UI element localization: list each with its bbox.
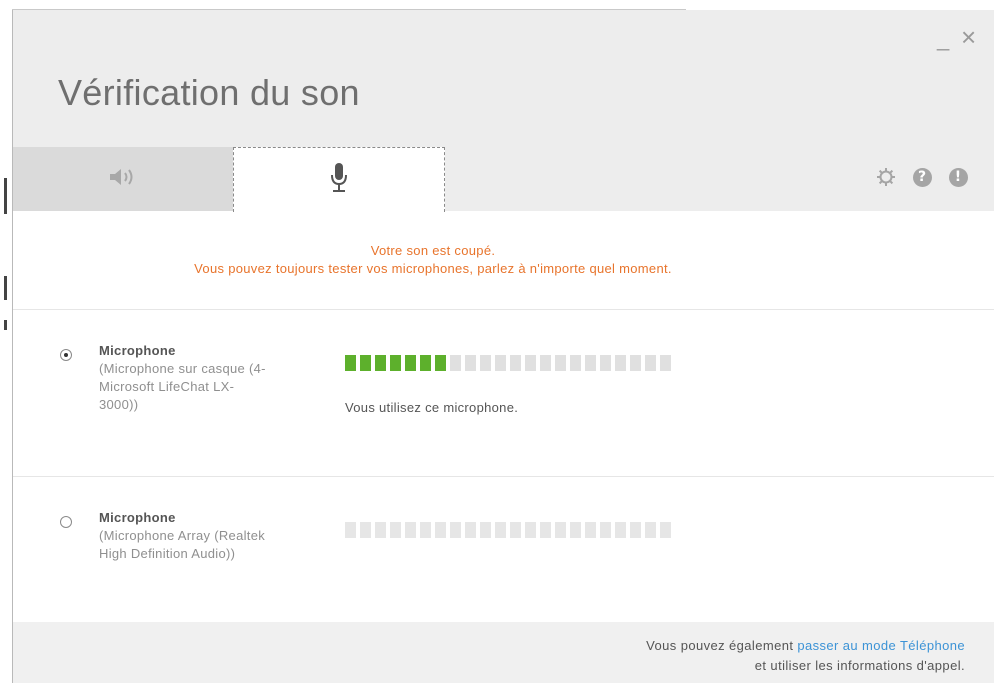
level-segment	[480, 522, 491, 538]
microphone-1-label: Microphone (Microphone sur casque (4- Mi…	[99, 342, 269, 414]
level-segment	[465, 355, 476, 371]
close-button[interactable]: ×	[961, 24, 976, 50]
level-segment	[645, 522, 656, 538]
level-segment	[450, 355, 461, 371]
microphone-1-radio[interactable]	[60, 349, 72, 361]
level-segment	[645, 355, 656, 371]
level-segment	[540, 355, 551, 371]
microphone-2-detail: (Microphone Array (Realtek High Definiti…	[99, 528, 266, 561]
speaker-icon	[108, 166, 138, 193]
level-segment	[510, 355, 521, 371]
alert-icon[interactable]: !	[947, 166, 969, 188]
level-segment	[420, 522, 431, 538]
level-segment	[360, 355, 371, 371]
microphone-2-name: Microphone	[99, 510, 176, 525]
microphone-2-level-meter	[345, 522, 671, 538]
level-segment	[495, 355, 506, 371]
level-segment	[615, 355, 626, 371]
notice-line-2: Vous pouvez toujours tester vos micropho…	[194, 261, 672, 276]
level-segment	[435, 355, 446, 371]
minimize-button[interactable]: _	[937, 28, 949, 50]
level-segment	[375, 522, 386, 538]
level-segment	[525, 355, 536, 371]
level-segment	[405, 522, 416, 538]
level-segment	[570, 355, 581, 371]
microphone-2-radio[interactable]	[60, 516, 72, 528]
level-segment	[390, 522, 401, 538]
footer-line-1: Vous pouvez également passer au mode Tél…	[646, 636, 965, 656]
level-segment	[420, 355, 431, 371]
level-segment	[495, 522, 506, 538]
level-segment	[660, 355, 671, 371]
footer: Vous pouvez également passer au mode Tél…	[13, 622, 994, 683]
level-segment	[630, 355, 641, 371]
microphone-1-level-meter	[345, 355, 671, 371]
level-segment	[345, 355, 356, 371]
footer-text: Vous pouvez également passer au mode Tél…	[646, 636, 965, 676]
footer-prefix: Vous pouvez également	[646, 638, 798, 653]
footer-line-2: et utiliser les informations d'appel.	[754, 658, 965, 673]
level-segment	[480, 355, 491, 371]
level-segment	[450, 522, 461, 538]
backdrop-left-edge	[0, 0, 12, 683]
mute-notice: Votre son est coupé. Vous pouvez toujour…	[13, 242, 853, 278]
level-segment	[525, 522, 536, 538]
help-icon[interactable]: ?	[911, 166, 933, 188]
level-segment	[555, 355, 566, 371]
level-segment	[405, 355, 416, 371]
level-segment	[465, 522, 476, 538]
backdrop-top	[0, 0, 994, 10]
window-title: Vérification du son	[58, 72, 360, 113]
header-actions: ? !	[875, 166, 969, 188]
help-glyph: ?	[912, 167, 932, 187]
level-segment	[390, 355, 401, 371]
gear-icon[interactable]	[875, 166, 897, 188]
microphone-1-detail: (Microphone sur casque (4- Microsoft Lif…	[99, 361, 266, 412]
phone-mode-link[interactable]: passer au mode Téléphone	[797, 638, 965, 653]
sound-check-window: Vérification du son _ × ? ! Votre son es…	[12, 10, 994, 683]
microphone-row-1: Microphone (Microphone sur casque (4- Mi…	[13, 310, 994, 476]
level-segment	[345, 522, 356, 538]
level-segment	[585, 355, 596, 371]
microphone-1-status: Vous utilisez ce microphone.	[345, 400, 519, 415]
microphone-icon	[329, 162, 349, 199]
level-segment	[615, 522, 626, 538]
level-segment	[570, 522, 581, 538]
level-segment	[510, 522, 521, 538]
microphone-row-2: Microphone (Microphone Array (Realtek Hi…	[13, 477, 994, 622]
notice-line-1: Votre son est coupé.	[370, 243, 496, 258]
microphone-1-name: Microphone	[99, 343, 176, 358]
level-segment	[630, 522, 641, 538]
level-segment	[585, 522, 596, 538]
level-segment	[555, 522, 566, 538]
level-segment	[360, 522, 371, 538]
tab-speaker[interactable]	[13, 147, 233, 211]
microphone-2-label: Microphone (Microphone Array (Realtek Hi…	[99, 509, 269, 563]
level-segment	[375, 355, 386, 371]
level-segment	[540, 522, 551, 538]
alert-glyph: !	[948, 167, 968, 187]
level-segment	[600, 522, 611, 538]
level-segment	[660, 522, 671, 538]
tab-microphone[interactable]	[233, 147, 445, 212]
window-header: Vérification du son _ × ? !	[13, 10, 994, 212]
level-segment	[435, 522, 446, 538]
level-segment	[600, 355, 611, 371]
